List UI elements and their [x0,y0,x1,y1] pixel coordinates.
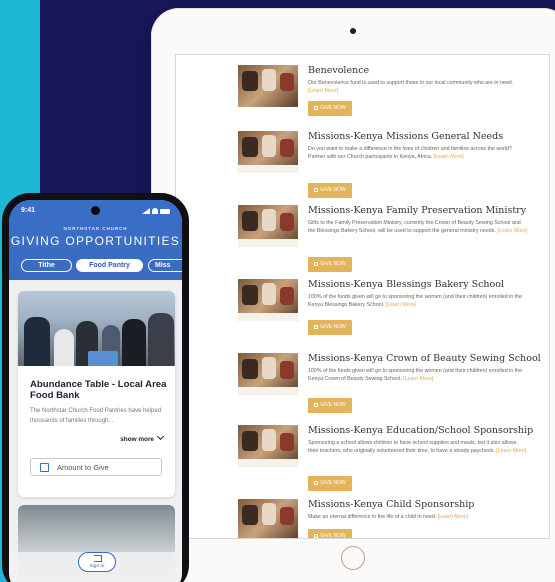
fund-title: Missions-Kenya Family Preservation Minis… [308,205,527,216]
give-now-button[interactable]: GIVE NOW [308,398,352,413]
fund-title: Missions-Kenya Missions General Needs [308,131,504,142]
card-description: The Northstar Church Food Pantries have … [30,408,162,424]
fund-description: Sponsoring a school allows children to h… [308,440,527,455]
tablet-home-button[interactable] [341,546,365,570]
wifi-icon [152,208,158,214]
fund-thumbnail [238,131,298,173]
give-icon [314,261,319,266]
fund-thumbnail [238,65,298,107]
learn-more-link[interactable]: [Learn More] [438,514,468,520]
give-icon [314,187,319,192]
learn-more-link[interactable]: [Learn More] [496,448,526,454]
fund-card: Abundance Table - Local Area Food Bank T… [18,291,175,497]
tablet-camera [350,28,356,34]
fund-thumbnail [238,205,298,247]
fund-description: Do you want to make a difference in the … [308,146,512,161]
give-icon [314,402,319,407]
give-icon [314,324,319,329]
learn-more-link[interactable]: [Learn More] [434,154,464,160]
fund-thumbnail [238,425,298,467]
learn-more-link[interactable]: [Learn More] [497,228,527,234]
learn-more-link[interactable]: [Learn More] [386,302,416,308]
fund-description: Make an eternal difference in the life o… [308,514,468,520]
give-now-button[interactable]: GIVE NOW [308,101,352,116]
fund-description: 100% of the funds given will go to spons… [308,368,523,383]
tablet-device: Benevolence Our Benevolence fund is used… [151,8,555,582]
card-title: Abundance Table - Local Area Food Bank [30,379,167,401]
phone-device: 9:41 NORTHSTAR CHURCH GIVING OPPORTUNITI… [2,193,189,582]
fund-title: Missions-Kenya Child Sponsorship [308,499,475,510]
give-now-button[interactable]: GIVE NOW [308,183,352,198]
tab-missions[interactable]: Miss [148,259,182,272]
fund-title: Missions-Kenya Education/School Sponsors… [308,425,534,436]
learn-more-link[interactable]: [Learn More] [403,376,433,382]
food-bank-photo [18,291,175,366]
fund-title: Missions-Kenya Blessings Bakery School [308,279,505,290]
status-icons [142,208,170,214]
fund-title: Missions-Kenya Crown of Beauty Sewing Sc… [308,353,541,364]
tab-food-pantry[interactable]: Food Pantry [76,259,143,272]
phone-screen: 9:41 NORTHSTAR CHURCH GIVING OPPORTUNITI… [9,200,182,582]
page-title: GIVING OPPORTUNITIES [10,234,181,248]
signal-icon [142,208,150,214]
chevron-down-icon [156,432,165,441]
show-more-button[interactable]: show more [120,432,165,443]
learn-more-link[interactable]: [Learn More] [308,88,338,94]
fund-description: 100% of the funds given will go to spons… [308,294,523,309]
battery-icon [160,209,170,214]
fund-description: Gifts to the Family Preservation Ministr… [308,220,528,235]
camera-notch [91,206,100,215]
tablet-screen: Benevolence Our Benevolence fund is used… [175,54,550,539]
fund-thumbnail [238,499,298,538]
fund-title: Benevolence [308,65,370,76]
fund-thumbnail [238,279,298,321]
amount-field[interactable] [30,458,162,476]
calendar-icon [40,463,49,472]
fund-description: Our Benevolence fund is used to support … [308,80,514,95]
give-now-button[interactable]: GIVE NOW [308,476,352,491]
amount-input[interactable] [57,461,157,474]
give-now-button[interactable]: GIVE NOW [308,320,352,335]
fund-thumbnail [238,353,298,395]
tab-tithe[interactable]: Tithe [21,259,72,272]
give-icon [314,533,319,538]
give-icon [314,105,319,110]
church-name: NORTHSTAR CHURCH [63,226,128,231]
give-now-button[interactable]: GIVE NOW [308,257,352,272]
give-now-button[interactable]: GIVE NOW [308,529,352,538]
status-time: 9:41 [21,207,36,214]
give-icon [314,480,319,485]
sign-in-button[interactable]: Sign In [78,552,116,572]
sign-in-icon [94,555,102,562]
